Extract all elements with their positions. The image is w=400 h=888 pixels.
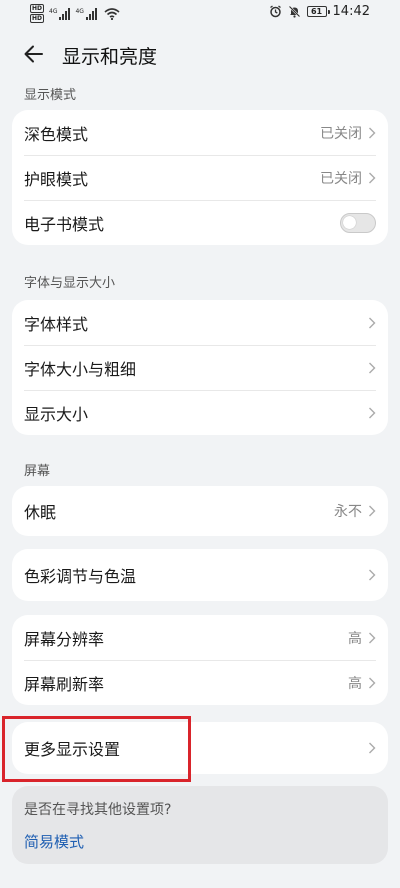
font-size-weight-row[interactable]: 字体大小与粗细 (12, 345, 388, 390)
sim-indicators: HD HD (30, 4, 45, 23)
ebook-mode-toggle[interactable] (340, 212, 376, 233)
chevron-right-icon (369, 742, 376, 754)
wifi-icon (104, 7, 120, 20)
chevron-right-icon (369, 172, 376, 183)
alarm-icon (269, 5, 281, 18)
sleep-row[interactable]: 休眠 永不 (12, 486, 388, 536)
page-header: 显示和亮度 (0, 36, 400, 72)
display-size-label: 显示大小 (24, 404, 89, 424)
chevron-right-icon (369, 362, 376, 373)
display-mode-card: 深色模式 已关闭 护眼模式 已关闭 电子书模式 (12, 110, 388, 245)
chevron-right-icon (369, 127, 376, 138)
chevron-right-icon (369, 677, 376, 688)
eye-comfort-value: 已关闭 (320, 170, 362, 187)
more-settings-card: 更多显示设置 (12, 722, 388, 774)
status-right: 61 14:42 (269, 4, 370, 19)
status-bar: HD HD 4G 4G 61 14:42 (0, 0, 400, 28)
suggestion-question: 是否在寻找其他设置项? (24, 802, 172, 818)
status-left: HD HD 4G 4G (30, 4, 120, 23)
font-style-row[interactable]: 字体样式 (12, 300, 388, 345)
resolution-value: 高 (348, 630, 362, 647)
refresh-rate-value: 高 (348, 675, 362, 692)
clock: 14:42 (332, 4, 370, 19)
section-label-display-mode: 显示模式 (24, 88, 77, 103)
eye-comfort-row[interactable]: 护眼模式 已关闭 (12, 155, 388, 200)
section-label-font-size: 字体与显示大小 (24, 276, 116, 291)
resolution-card: 屏幕分辨率 高 屏幕刷新率 高 (12, 615, 388, 705)
dark-mode-label: 深色模式 (24, 124, 89, 144)
resolution-label: 屏幕分辨率 (24, 629, 105, 649)
font-style-label: 字体样式 (24, 314, 89, 334)
toggle-knob (343, 215, 356, 229)
chevron-right-icon (369, 407, 376, 418)
display-size-row[interactable]: 显示大小 (12, 390, 388, 435)
dark-mode-value: 已关闭 (320, 125, 362, 142)
resolution-row[interactable]: 屏幕分辨率 高 (12, 615, 388, 660)
color-card: 色彩调节与色温 (12, 549, 388, 601)
sleep-label: 休眠 (24, 503, 57, 522)
chevron-right-icon (369, 632, 376, 643)
simple-mode-link[interactable]: 简易模式 (24, 831, 84, 852)
sleep-value: 永不 (334, 504, 362, 520)
network-1-label: 4G (49, 7, 58, 15)
suggestion-card: 是否在寻找其他设置项? 简易模式 (12, 786, 388, 864)
eye-comfort-label: 护眼模式 (24, 169, 89, 189)
sleep-card: 休眠 永不 (12, 486, 388, 536)
battery-icon: 61 (306, 6, 330, 17)
font-size-weight-label: 字体大小与粗细 (24, 359, 137, 379)
color-temperature-label: 色彩调节与色温 (24, 567, 137, 586)
font-size-card: 字体样式 字体大小与粗细 显示大小 (12, 300, 388, 435)
section-label-screen: 屏幕 (24, 464, 51, 479)
color-temperature-row[interactable]: 色彩调节与色温 (12, 549, 388, 601)
back-arrow-icon[interactable] (20, 40, 48, 68)
chevron-right-icon (369, 505, 376, 517)
chevron-right-icon (369, 569, 376, 581)
ebook-mode-row: 电子书模式 (12, 200, 388, 245)
chevron-right-icon (369, 317, 376, 328)
signal-1-icon: 4G (49, 7, 71, 20)
page-title: 显示和亮度 (62, 46, 158, 68)
ebook-mode-label: 电子书模式 (24, 214, 105, 234)
refresh-rate-label: 屏幕刷新率 (24, 674, 105, 694)
more-display-settings-row[interactable]: 更多显示设置 (12, 722, 388, 774)
refresh-rate-row[interactable]: 屏幕刷新率 高 (12, 660, 388, 705)
mute-icon (288, 5, 300, 18)
network-2-label: 4G (75, 7, 84, 15)
more-display-settings-label: 更多显示设置 (24, 740, 121, 759)
dark-mode-row[interactable]: 深色模式 已关闭 (12, 110, 388, 155)
signal-2-icon: 4G (75, 7, 97, 20)
sim2-hd-badge: HD (30, 14, 45, 23)
sim1-hd-badge: HD (30, 4, 45, 13)
